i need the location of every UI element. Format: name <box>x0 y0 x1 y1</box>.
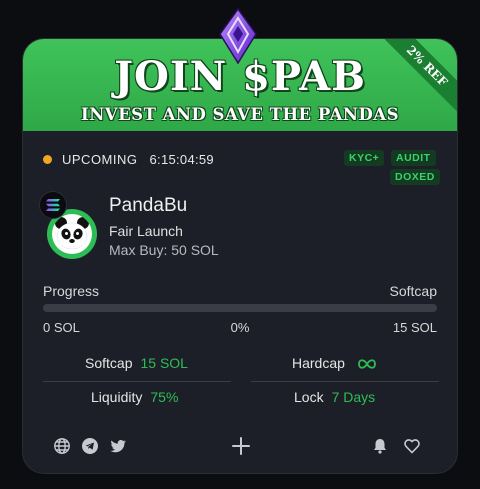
liquidity-label: Liquidity <box>91 389 143 405</box>
infinity-icon <box>357 355 377 371</box>
presale-card[interactable]: JOIN $PAB INVEST AND SAVE THE PANDAS 2% … <box>22 38 458 474</box>
audit-badge: AUDIT <box>391 150 436 166</box>
hardcap-stat: Hardcap <box>292 355 377 371</box>
heart-icon[interactable] <box>403 437 421 455</box>
doxed-badge: DOXED <box>390 169 440 185</box>
progress-label: Progress <box>43 283 100 299</box>
hardcap-label: Hardcap <box>292 355 345 371</box>
softcap-value: 15 SOL <box>140 355 188 371</box>
progress-max: 15 SOL <box>392 320 437 335</box>
launch-type: Fair Launch <box>109 223 183 239</box>
status-label: UPCOMING <box>62 151 138 167</box>
softcap-stat: Softcap 15 SOL <box>85 355 188 371</box>
progress-target-label: Softcap <box>389 283 437 299</box>
telegram-icon[interactable] <box>81 437 99 455</box>
softcap-label: Softcap <box>85 355 133 371</box>
max-buy: Max Buy: 50 SOL <box>109 242 219 258</box>
progress-percent: 0% <box>230 320 250 335</box>
kyc-badge: KYC+ <box>344 150 385 166</box>
lock-stat: Lock 7 Days <box>294 389 375 405</box>
progress-bar <box>43 304 437 312</box>
lock-label: Lock <box>294 389 324 405</box>
bell-icon[interactable] <box>371 437 389 455</box>
divider <box>251 381 439 382</box>
liquidity-value: 75% <box>150 389 179 405</box>
project-name[interactable]: PandaBu <box>109 195 187 217</box>
gem-icon <box>219 7 257 65</box>
countdown-timer: 6:15:04:59 <box>149 151 214 167</box>
globe-icon[interactable] <box>53 437 71 455</box>
banner-subtitle: INVEST AND SAVE THE PANDAS <box>80 105 399 124</box>
liquidity-stat: Liquidity 75% <box>91 389 178 405</box>
solana-icon <box>39 191 67 219</box>
panda-icon <box>52 214 92 254</box>
twitter-icon[interactable] <box>109 437 127 455</box>
status-dot <box>43 154 52 164</box>
lock-value: 7 Days <box>331 389 376 405</box>
plus-icon[interactable] <box>231 436 251 456</box>
divider <box>43 381 231 382</box>
